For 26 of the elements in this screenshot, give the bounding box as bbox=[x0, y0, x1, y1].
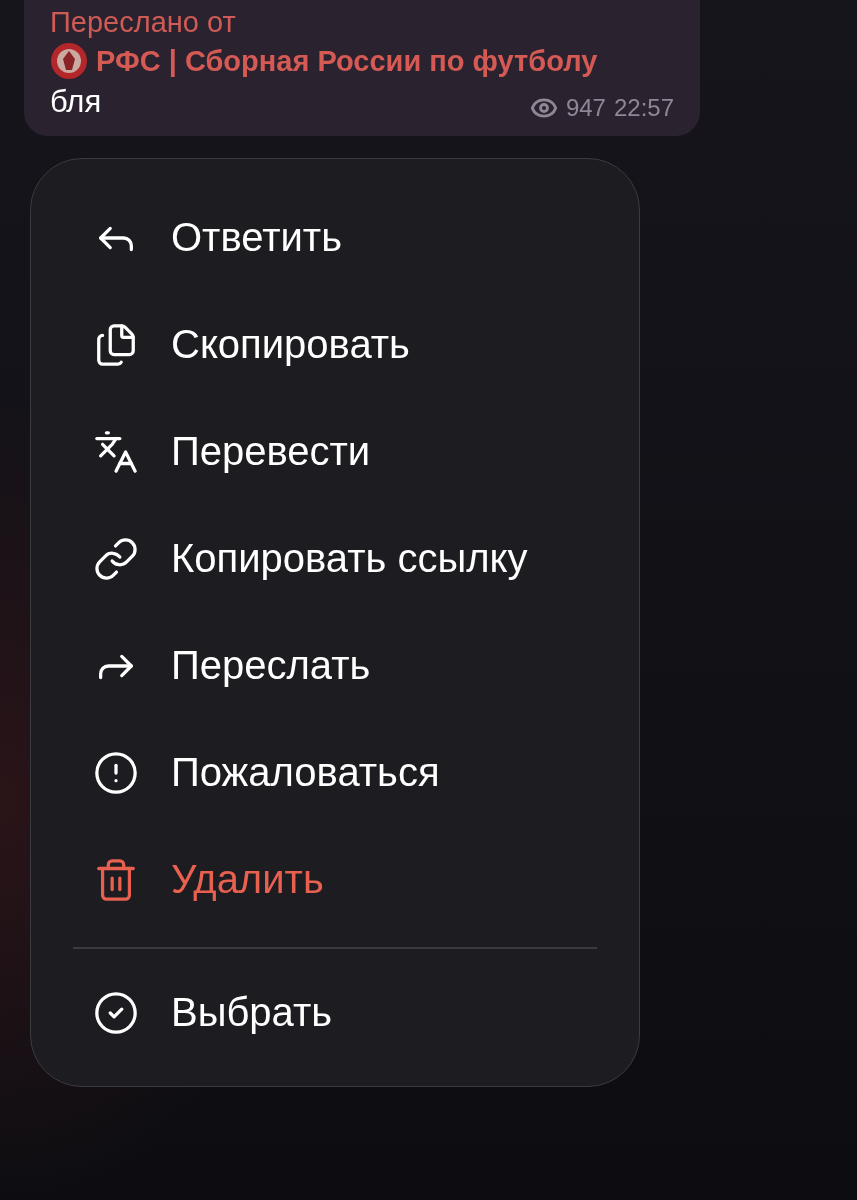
alert-icon bbox=[93, 749, 139, 796]
link-icon bbox=[93, 535, 139, 582]
translate-icon bbox=[93, 428, 139, 475]
menu-item[interactable]: Удалить bbox=[31, 826, 639, 933]
check-circle-icon bbox=[93, 989, 139, 1036]
menu-item-label: Выбрать bbox=[171, 990, 333, 1035]
source-channel-link[interactable]: РФС | Сборная России по футболу bbox=[96, 42, 598, 80]
menu-item[interactable]: Выбрать bbox=[31, 959, 639, 1066]
menu-item[interactable]: Пожаловаться bbox=[31, 719, 639, 826]
menu-item-label: Скопировать bbox=[171, 322, 410, 367]
menu-item[interactable]: Скопировать bbox=[31, 291, 639, 398]
channel-avatar bbox=[50, 42, 88, 80]
menu-item[interactable]: Копировать ссылку bbox=[31, 505, 639, 612]
view-count: 947 bbox=[565, 94, 606, 122]
message-text: бля bbox=[50, 83, 102, 121]
menu-item-label: Переслать bbox=[171, 643, 371, 688]
menu-item-label: Удалить bbox=[171, 857, 324, 902]
menu-item-label: Ответить bbox=[171, 215, 342, 260]
menu-item-label: Копировать ссылку bbox=[171, 536, 528, 581]
message-time: 22:57 bbox=[613, 94, 674, 122]
forwarded-label: Переслано от bbox=[50, 5, 237, 40]
menu-item[interactable]: Переслать bbox=[31, 612, 639, 719]
menu-item[interactable]: Ответить bbox=[31, 184, 639, 291]
menu-item[interactable]: Перевести bbox=[31, 398, 639, 505]
menu-item-label: Пожаловаться bbox=[171, 750, 440, 795]
menu-item-label: Перевести bbox=[171, 429, 371, 474]
